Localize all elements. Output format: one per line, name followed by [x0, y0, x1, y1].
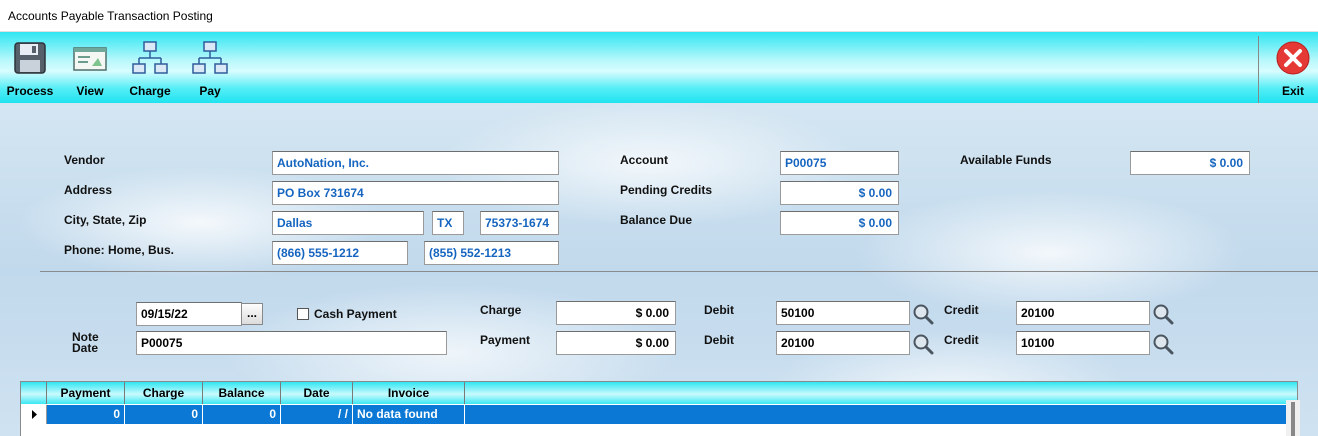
- window-title: Accounts Payable Transaction Posting: [8, 9, 213, 23]
- cash-payment-checkbox[interactable]: [297, 308, 309, 320]
- charge-label: Charge: [129, 84, 171, 98]
- vendor-label: Vendor: [64, 153, 105, 167]
- pending-credits-field[interactable]: $ 0.00: [780, 181, 899, 205]
- pay-button[interactable]: Pay: [180, 36, 240, 100]
- pay-hierarchy-icon: [192, 41, 228, 74]
- credit-account-field-1[interactable]: 20100: [1016, 301, 1150, 325]
- charge-amount-label: Charge: [480, 303, 522, 317]
- cell-balance[interactable]: 0: [203, 405, 281, 424]
- debit-account-field-1[interactable]: 50100: [776, 301, 910, 325]
- charge-button[interactable]: Charge: [120, 36, 180, 100]
- credit-label-1: Credit: [944, 303, 979, 317]
- transactions-grid[interactable]: Payment Charge Balance Date Invoice 0 0 …: [20, 381, 1298, 436]
- payment-amount-label: Payment: [480, 333, 531, 347]
- credit-lookup-magnifier-icon-2[interactable]: [1152, 333, 1174, 355]
- city-state-zip-label: City, State, Zip: [64, 213, 147, 227]
- col-header-date[interactable]: Date: [281, 382, 353, 404]
- view-button[interactable]: View: [60, 36, 120, 100]
- debit-lookup-magnifier-icon-1[interactable]: [912, 303, 934, 325]
- debit-account-field-2[interactable]: 20100: [776, 331, 910, 355]
- col-header-invoice[interactable]: Invoice: [353, 382, 465, 404]
- toolbar-divider: [1258, 36, 1259, 106]
- pending-credits-label: Pending Credits: [620, 183, 713, 197]
- cell-charge[interactable]: 0: [125, 405, 203, 424]
- process-label: Process: [6, 84, 54, 98]
- state-field[interactable]: TX: [432, 211, 464, 235]
- available-funds-field[interactable]: $ 0.00: [1130, 151, 1250, 175]
- balance-due-field[interactable]: $ 0.00: [780, 211, 899, 235]
- charge-amount-field[interactable]: $ 0.00: [556, 301, 676, 325]
- toolbar: Process View Charge Pay Exit: [0, 32, 1318, 103]
- account-label: Account: [620, 153, 668, 167]
- debit-lookup-magnifier-icon-2[interactable]: [912, 333, 934, 355]
- debit-label-2: Debit: [704, 333, 734, 347]
- credit-account-field-2[interactable]: 10100: [1016, 331, 1150, 355]
- cell-date[interactable]: / /: [281, 405, 353, 424]
- section-divider: [40, 271, 1318, 272]
- grid-header: Payment Charge Balance Date Invoice: [21, 382, 1297, 404]
- zip-field[interactable]: 75373-1674: [480, 211, 559, 235]
- title-bar: Accounts Payable Transaction Posting: [0, 0, 1318, 32]
- exit-label: Exit: [1281, 84, 1304, 98]
- note-date-label: Note Date: [72, 331, 99, 355]
- floppy-disk-icon: [14, 42, 46, 74]
- phone-home-field[interactable]: (866) 555-1212: [272, 241, 408, 265]
- close-circle-icon: [1276, 41, 1310, 75]
- balance-due-label: Balance Due: [620, 213, 693, 227]
- col-header-payment[interactable]: Payment: [47, 382, 125, 404]
- payment-amount-field[interactable]: $ 0.00: [556, 331, 676, 355]
- debit-label-1: Debit: [704, 303, 734, 317]
- cash-payment-label: Cash Payment: [314, 307, 397, 321]
- phone-label: Phone: Home, Bus.: [64, 243, 175, 257]
- city-field[interactable]: Dallas: [272, 211, 424, 235]
- grid-vertical-scrollbar[interactable]: [1286, 400, 1300, 436]
- credit-label-2: Credit: [944, 333, 979, 347]
- view-label: View: [76, 84, 104, 98]
- process-button[interactable]: Process: [0, 36, 60, 100]
- cell-payment[interactable]: 0: [47, 405, 125, 424]
- pay-label: Pay: [199, 84, 221, 98]
- address-label: Address: [64, 183, 113, 197]
- scrollbar-thumb[interactable]: [1291, 402, 1295, 436]
- charge-hierarchy-icon: [132, 41, 168, 74]
- account-field[interactable]: P00075: [780, 151, 899, 175]
- view-screen-icon: [73, 47, 107, 71]
- cell-invoice[interactable]: No data found: [353, 405, 465, 424]
- col-header-balance[interactable]: Balance: [203, 382, 281, 404]
- grid-corner-header: [21, 382, 47, 404]
- credit-lookup-magnifier-icon-1[interactable]: [1152, 303, 1174, 325]
- col-header-charge[interactable]: Charge: [125, 382, 203, 404]
- transaction-date-field[interactable]: 09/15/22: [136, 302, 242, 326]
- exit-button[interactable]: Exit: [1263, 36, 1318, 100]
- note-field[interactable]: P00075: [136, 331, 447, 355]
- phone-business-field[interactable]: (855) 552-1213: [424, 241, 559, 265]
- vendor-field[interactable]: AutoNation, Inc.: [272, 151, 559, 175]
- available-funds-label: Available Funds: [960, 153, 1052, 167]
- current-row-arrow-icon: [32, 410, 37, 419]
- address-field[interactable]: PO Box 731674: [272, 181, 559, 205]
- date-picker-button[interactable]: ...: [241, 303, 263, 325]
- row-indicator[interactable]: [21, 405, 47, 424]
- date-label: Date: [72, 341, 99, 355]
